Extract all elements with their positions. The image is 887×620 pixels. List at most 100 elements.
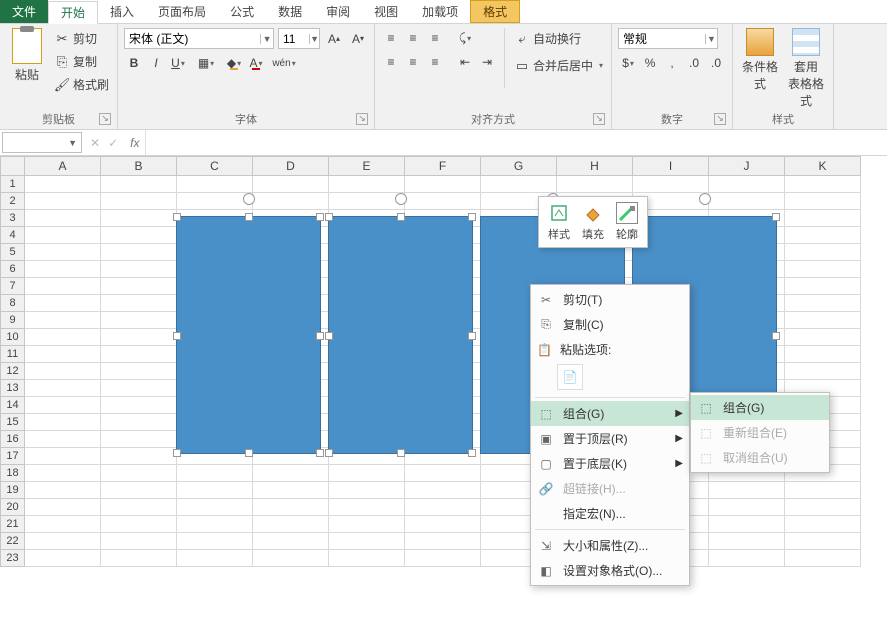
shape-rectangle[interactable] bbox=[328, 216, 473, 454]
cell[interactable] bbox=[709, 499, 785, 516]
align-middle-button[interactable]: ≡ bbox=[403, 28, 423, 48]
row-header[interactable]: 13 bbox=[1, 380, 25, 397]
cell[interactable] bbox=[25, 312, 101, 329]
resize-handle[interactable] bbox=[173, 213, 181, 221]
resize-handle[interactable] bbox=[325, 332, 333, 340]
rotate-handle[interactable] bbox=[395, 193, 407, 205]
cell[interactable] bbox=[709, 176, 785, 193]
cell[interactable] bbox=[709, 550, 785, 567]
cell[interactable] bbox=[405, 176, 481, 193]
column-header[interactable]: E bbox=[329, 157, 405, 176]
cell[interactable] bbox=[785, 363, 861, 380]
row-header[interactable]: 20 bbox=[1, 499, 25, 516]
cell[interactable] bbox=[177, 550, 253, 567]
row-header[interactable]: 3 bbox=[1, 210, 25, 227]
resize-handle[interactable] bbox=[772, 213, 780, 221]
cell[interactable] bbox=[633, 176, 709, 193]
cell[interactable] bbox=[709, 533, 785, 550]
font-size-combo[interactable]: ▼ bbox=[278, 28, 320, 49]
column-header[interactable]: F bbox=[405, 157, 481, 176]
cell[interactable] bbox=[405, 193, 481, 210]
row-header[interactable]: 2 bbox=[1, 193, 25, 210]
cell[interactable] bbox=[101, 176, 177, 193]
cell[interactable] bbox=[177, 482, 253, 499]
row-header[interactable]: 17 bbox=[1, 448, 25, 465]
increase-font-button[interactable]: A▴ bbox=[324, 29, 344, 49]
row-header[interactable]: 5 bbox=[1, 244, 25, 261]
row-header[interactable]: 6 bbox=[1, 261, 25, 278]
cell[interactable] bbox=[329, 193, 405, 210]
cell[interactable] bbox=[101, 380, 177, 397]
cell[interactable] bbox=[25, 244, 101, 261]
row-header[interactable]: 21 bbox=[1, 516, 25, 533]
tab-home[interactable]: 开始 bbox=[48, 1, 98, 24]
cell[interactable] bbox=[25, 329, 101, 346]
tab-file[interactable]: 文件 bbox=[0, 0, 48, 23]
row-header[interactable]: 22 bbox=[1, 533, 25, 550]
ctx-group[interactable]: ⬚组合(G)▶ bbox=[531, 401, 689, 426]
column-header[interactable]: G bbox=[481, 157, 557, 176]
tab-formula[interactable]: 公式 bbox=[218, 0, 266, 23]
cell[interactable] bbox=[25, 516, 101, 533]
cell[interactable] bbox=[785, 550, 861, 567]
font-size-input[interactable] bbox=[279, 32, 309, 46]
cell[interactable] bbox=[177, 516, 253, 533]
cell[interactable] bbox=[785, 482, 861, 499]
row-header[interactable]: 11 bbox=[1, 346, 25, 363]
ctx-format-obj[interactable]: ◧设置对象格式(O)... bbox=[531, 558, 689, 583]
cell[interactable] bbox=[709, 193, 785, 210]
row-header[interactable]: 1 bbox=[1, 176, 25, 193]
row-header[interactable]: 8 bbox=[1, 295, 25, 312]
cell[interactable] bbox=[253, 533, 329, 550]
resize-handle[interactable] bbox=[173, 449, 181, 457]
cell[interactable] bbox=[405, 465, 481, 482]
number-launcher[interactable]: ↘ bbox=[714, 113, 726, 125]
row-header[interactable]: 23 bbox=[1, 550, 25, 567]
align-bottom-button[interactable]: ≡ bbox=[425, 28, 445, 48]
column-header[interactable]: D bbox=[253, 157, 329, 176]
resize-handle[interactable] bbox=[772, 332, 780, 340]
align-right-button[interactable]: ≡ bbox=[425, 52, 445, 72]
rotate-handle[interactable] bbox=[699, 193, 711, 205]
cell[interactable] bbox=[25, 380, 101, 397]
resize-handle[interactable] bbox=[468, 213, 476, 221]
cell[interactable] bbox=[25, 346, 101, 363]
cell[interactable] bbox=[177, 465, 253, 482]
cell[interactable] bbox=[101, 261, 177, 278]
font-color-button[interactable]: A bbox=[246, 53, 266, 73]
cut-button[interactable]: ✂剪切 bbox=[52, 28, 111, 49]
resize-handle[interactable] bbox=[316, 449, 324, 457]
format-painter-button[interactable]: 🖌格式刷 bbox=[52, 74, 111, 95]
cell[interactable] bbox=[405, 499, 481, 516]
ctx-send-back[interactable]: ▢置于底层(K)▶ bbox=[531, 451, 689, 476]
row-header[interactable]: 18 bbox=[1, 465, 25, 482]
tab-insert[interactable]: 插入 bbox=[98, 0, 146, 23]
cell[interactable] bbox=[177, 499, 253, 516]
cell[interactable] bbox=[785, 244, 861, 261]
cell[interactable] bbox=[785, 346, 861, 363]
font-name-combo[interactable]: ▼ bbox=[124, 28, 274, 49]
tab-layout[interactable]: 页面布局 bbox=[146, 0, 218, 23]
cell[interactable] bbox=[329, 499, 405, 516]
cell[interactable] bbox=[785, 176, 861, 193]
ctx-bring-front[interactable]: ▣置于顶层(R)▶ bbox=[531, 426, 689, 451]
resize-handle[interactable] bbox=[397, 449, 405, 457]
align-top-button[interactable]: ≡ bbox=[381, 28, 401, 48]
cell[interactable] bbox=[101, 499, 177, 516]
row-header[interactable]: 15 bbox=[1, 414, 25, 431]
cell[interactable] bbox=[253, 482, 329, 499]
ctx-copy[interactable]: ⎘复制(C) bbox=[531, 312, 689, 337]
cell[interactable] bbox=[25, 227, 101, 244]
resize-handle[interactable] bbox=[245, 449, 253, 457]
cell[interactable] bbox=[253, 516, 329, 533]
cell[interactable] bbox=[101, 193, 177, 210]
accounting-button[interactable]: $ bbox=[618, 53, 638, 73]
cell[interactable] bbox=[329, 533, 405, 550]
cell[interactable] bbox=[177, 176, 253, 193]
align-center-button[interactable]: ≡ bbox=[403, 52, 423, 72]
resize-handle[interactable] bbox=[245, 213, 253, 221]
cell[interactable] bbox=[785, 516, 861, 533]
cell[interactable] bbox=[101, 516, 177, 533]
column-header[interactable]: A bbox=[25, 157, 101, 176]
cell[interactable] bbox=[785, 261, 861, 278]
